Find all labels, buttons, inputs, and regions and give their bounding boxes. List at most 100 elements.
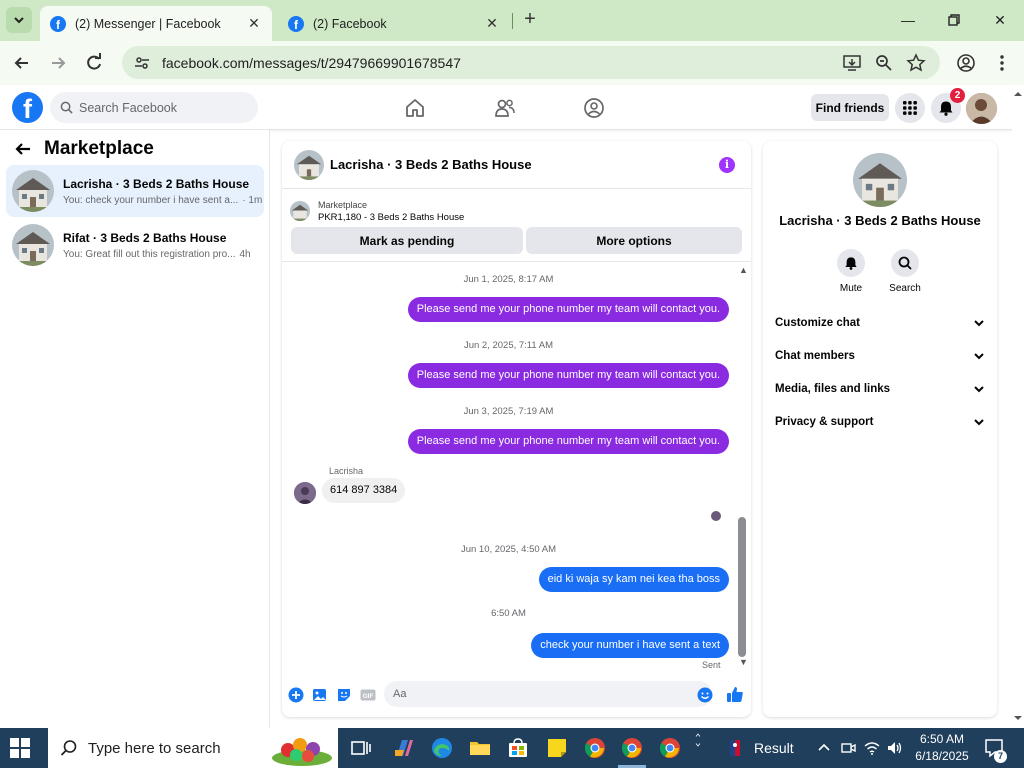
account-avatar[interactable] bbox=[966, 93, 997, 124]
menu-button[interactable] bbox=[895, 93, 925, 123]
chevron-down-icon bbox=[974, 386, 984, 393]
edge-browser-icon[interactable] bbox=[430, 736, 454, 760]
bell-icon bbox=[939, 101, 953, 116]
tab-close-icon[interactable]: ✕ bbox=[484, 15, 500, 32]
sticker-icon[interactable] bbox=[336, 687, 352, 703]
sender-avatar[interactable] bbox=[294, 482, 316, 504]
gif-icon[interactable]: GIF bbox=[360, 687, 376, 703]
install-app-icon[interactable] bbox=[842, 53, 862, 73]
chevron-down-icon bbox=[974, 320, 984, 327]
search-conversation-button[interactable]: Search bbox=[880, 249, 930, 294]
back-arrow-icon[interactable] bbox=[11, 52, 33, 74]
clock-date[interactable]: 6/18/2025 bbox=[912, 749, 972, 763]
message-scrollbar[interactable]: ▲ ▼ bbox=[737, 261, 749, 671]
photo-icon[interactable] bbox=[312, 687, 328, 703]
microsoft-store-icon[interactable] bbox=[506, 736, 530, 760]
search-icon bbox=[60, 101, 73, 114]
marketplace-listing-card[interactable]: Marketplace PKR1,180 - 3 Beds 2 Baths Ho… bbox=[290, 196, 745, 226]
bookmark-star-icon[interactable] bbox=[906, 53, 926, 73]
mark-as-pending-button[interactable]: Mark as pending bbox=[291, 227, 523, 254]
taskbar-scroll-icon[interactable] bbox=[692, 732, 704, 748]
message-bubble-received[interactable]: 614 897 3384 bbox=[322, 478, 406, 503]
windows-start-icon[interactable] bbox=[10, 738, 30, 758]
chat-members-section[interactable]: Chat members bbox=[775, 346, 985, 366]
browser-menu-icon[interactable] bbox=[992, 53, 1012, 73]
marketplace-header: Marketplace bbox=[14, 138, 154, 160]
friends-icon[interactable] bbox=[494, 97, 516, 119]
facebook-search-input[interactable] bbox=[79, 100, 239, 115]
minimize-icon[interactable]: — bbox=[898, 10, 918, 30]
facebook-search[interactable] bbox=[50, 92, 258, 123]
chevron-up-icon[interactable] bbox=[816, 740, 832, 756]
facebook-logo[interactable]: f bbox=[12, 92, 43, 123]
message-bubble-sent[interactable]: Please send me your phone number my team… bbox=[407, 363, 729, 388]
emoji-icon[interactable] bbox=[697, 687, 713, 703]
chat-title[interactable]: Lacrisha · 3 Beds 2 Baths House bbox=[330, 157, 532, 172]
new-tab-icon[interactable]: + bbox=[520, 9, 540, 30]
wifi-icon[interactable] bbox=[864, 740, 880, 756]
facebook-header: f Find friends 2 bbox=[0, 85, 1012, 130]
add-attachment-icon[interactable] bbox=[288, 687, 304, 703]
meet-now-icon[interactable] bbox=[840, 740, 856, 756]
clock-time[interactable]: 6:50 AM bbox=[916, 732, 968, 746]
message-bubble-sent[interactable]: eid ki waja sy kam nei kea tha boss bbox=[538, 567, 729, 592]
chrome-profile-icon[interactable] bbox=[658, 736, 682, 760]
page-scrollbar[interactable] bbox=[1012, 85, 1024, 728]
section-title: Customize chat bbox=[775, 317, 860, 329]
groups-icon[interactable] bbox=[583, 97, 605, 119]
find-friends-button[interactable]: Find friends bbox=[811, 94, 889, 121]
widget-text[interactable]: Result bbox=[754, 740, 794, 756]
scroll-up-icon[interactable]: ▲ bbox=[739, 265, 748, 275]
timestamp: 6:50 AM bbox=[491, 608, 526, 619]
conversation-avatar[interactable] bbox=[853, 153, 907, 207]
facebook-favicon-icon: f bbox=[50, 15, 66, 32]
browser-toolbar: facebook.com/messages/t/2947966990167854… bbox=[0, 41, 1024, 85]
scroll-up-icon[interactable] bbox=[1012, 89, 1024, 99]
file-explorer-icon[interactable] bbox=[468, 736, 492, 760]
sent-status: Sent bbox=[702, 660, 721, 670]
conversation-item[interactable]: Lacrisha · 3 Beds 2 Baths House You: che… bbox=[6, 165, 264, 217]
message-bubble-sent[interactable]: Please send me your phone number my team… bbox=[407, 297, 729, 322]
profile-icon[interactable] bbox=[956, 53, 976, 73]
task-view-icon[interactable] bbox=[349, 736, 373, 760]
volume-icon[interactable] bbox=[886, 740, 902, 756]
sticky-notes-icon[interactable] bbox=[545, 736, 569, 760]
scroll-down-icon[interactable]: ▼ bbox=[739, 657, 748, 667]
conversation-item[interactable]: Rifat · 3 Beds 2 Baths House You: Great … bbox=[6, 219, 264, 271]
tab-close-icon[interactable]: ✕ bbox=[246, 15, 262, 32]
notification-count-badge: 7 bbox=[994, 750, 1007, 763]
tab-messenger[interactable]: f (2) Messenger | Facebook ✕ bbox=[40, 6, 272, 41]
customize-chat-section[interactable]: Customize chat bbox=[775, 313, 985, 333]
message-bubble-sent[interactable]: Please send me your phone number my team… bbox=[407, 429, 729, 454]
search-highlight-icon bbox=[272, 738, 332, 766]
home-icon[interactable] bbox=[404, 97, 426, 119]
restore-icon[interactable] bbox=[944, 10, 964, 30]
nba-widget-icon[interactable] bbox=[726, 739, 744, 757]
house-thumbnail bbox=[12, 224, 54, 266]
site-settings-icon[interactable] bbox=[134, 55, 150, 71]
mute-button[interactable]: Mute bbox=[826, 249, 876, 294]
reload-icon[interactable] bbox=[83, 52, 105, 74]
copilot-icon[interactable] bbox=[392, 736, 416, 760]
scroll-down-icon[interactable] bbox=[1012, 713, 1024, 723]
mute-label: Mute bbox=[839, 283, 863, 294]
back-arrow-icon[interactable] bbox=[14, 140, 32, 158]
privacy-support-section[interactable]: Privacy & support bbox=[775, 412, 985, 432]
address-bar[interactable]: facebook.com/messages/t/2947966990167854… bbox=[122, 46, 940, 79]
more-options-button[interactable]: More options bbox=[526, 227, 742, 254]
window-close-icon[interactable]: ✕ bbox=[990, 10, 1010, 30]
like-thumb-icon[interactable] bbox=[726, 685, 744, 703]
scroll-thumb[interactable] bbox=[738, 517, 746, 657]
taskbar-search[interactable]: Type here to search bbox=[48, 728, 338, 768]
message-bubble-sent[interactable]: check your number i have sent a text bbox=[531, 633, 729, 658]
chrome-icon[interactable] bbox=[583, 736, 607, 760]
info-icon[interactable]: i bbox=[719, 157, 735, 173]
forward-arrow-icon[interactable] bbox=[47, 52, 69, 74]
chat-avatar[interactable] bbox=[294, 149, 324, 180]
media-files-links-section[interactable]: Media, files and links bbox=[775, 379, 985, 399]
message-input[interactable] bbox=[384, 681, 712, 707]
tab-search-button[interactable] bbox=[6, 7, 32, 33]
tab-facebook[interactable]: f (2) Facebook ✕ bbox=[278, 6, 510, 41]
zoom-icon[interactable] bbox=[874, 53, 894, 73]
chrome-profile-icon[interactable] bbox=[620, 736, 644, 760]
